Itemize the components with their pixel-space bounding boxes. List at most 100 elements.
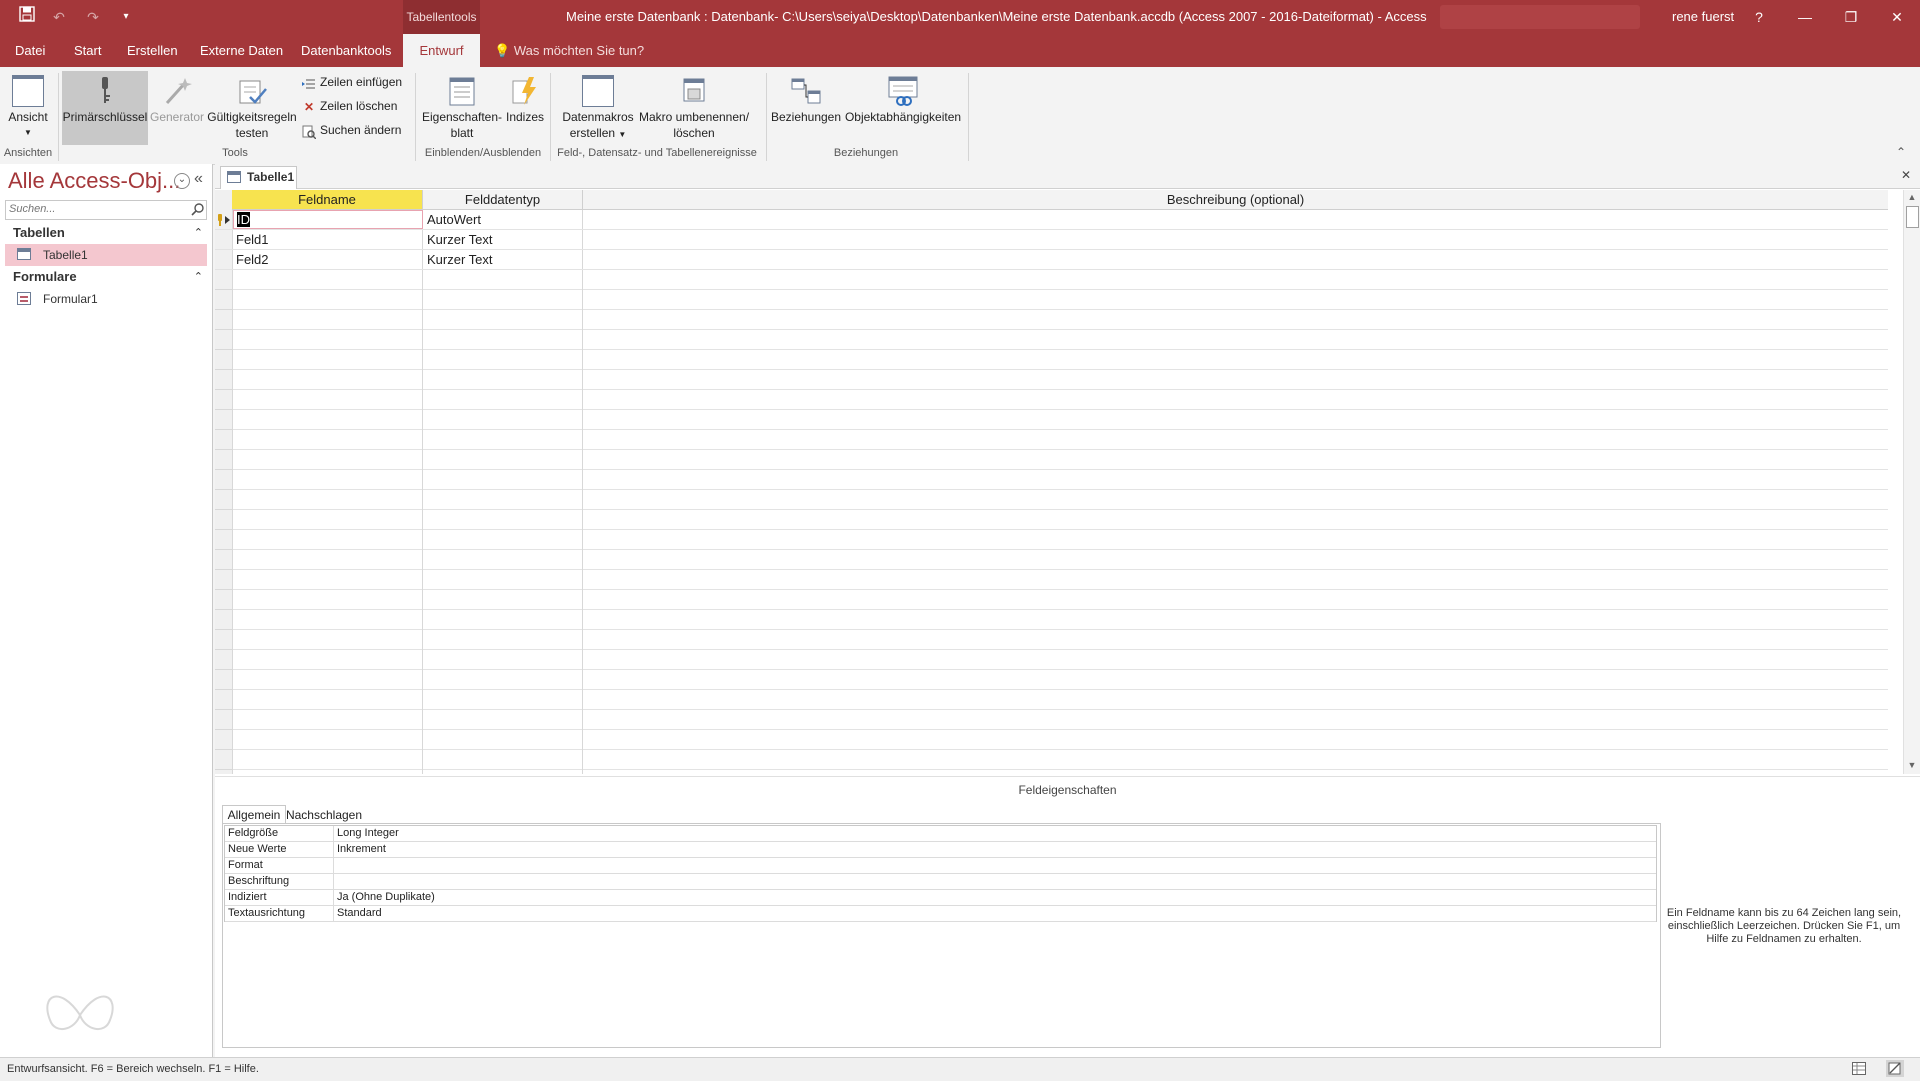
redo-icon[interactable]: ↷ xyxy=(82,6,104,28)
column-header-beschreibung[interactable]: Beschreibung (optional) xyxy=(583,190,1888,210)
table-row[interactable]: Feld2 Kurzer Text xyxy=(215,250,1888,270)
properties-table: Feldgröße Long Integer Neue Werte Inkrem… xyxy=(224,825,1657,922)
nav-item-tabelle1[interactable]: Tabelle1 xyxy=(5,244,207,266)
tab-entwurf[interactable]: Entwurf xyxy=(403,34,480,67)
table-row[interactable]: ID AutoWert xyxy=(215,210,1888,230)
group-label-beziehungen: Beziehungen xyxy=(833,147,899,159)
tab-erstellen[interactable]: Erstellen xyxy=(117,34,188,67)
section-collapse-icon[interactable]: ⌃ xyxy=(194,222,203,244)
collapse-nav-icon[interactable]: « xyxy=(194,170,203,188)
property-row[interactable]: Neue Werte Inkrement xyxy=(225,842,1656,858)
group-label-tools: Tools xyxy=(222,147,248,159)
table-row[interactable]: Feld1 Kurzer Text xyxy=(215,230,1888,250)
nav-section-formulare[interactable]: Formulare ⌃ xyxy=(13,266,203,288)
restore-button[interactable]: ❐ xyxy=(1828,0,1874,34)
tell-me-box[interactable]: 💡 Was möchten Sie tun? xyxy=(494,34,644,67)
property-value[interactable]: Inkrement xyxy=(337,842,386,857)
scroll-up-icon[interactable]: ▲ xyxy=(1904,192,1920,202)
column-header-feldname[interactable]: Feldname xyxy=(232,190,423,210)
save-icon[interactable] xyxy=(16,6,38,28)
tab-externe-daten[interactable]: Externe Daten xyxy=(190,34,293,67)
cell-feldname[interactable]: ID xyxy=(233,210,423,229)
cell-beschreibung[interactable] xyxy=(584,210,1887,229)
grid-lines xyxy=(233,210,1888,774)
help-button[interactable]: ? xyxy=(1736,0,1782,34)
gueltigkeitsregeln-label-2: testen xyxy=(235,126,269,140)
cell-feldname-text: ID xyxy=(237,212,250,227)
makro-umbenennen-button[interactable]: Makro umbenennen/ löschen xyxy=(638,71,750,151)
cell-feldname[interactable]: Feld1 xyxy=(233,230,421,249)
scroll-down-icon[interactable]: ▼ xyxy=(1904,760,1920,770)
eigenschaftenblatt-button[interactable]: Eigenschaften- blatt xyxy=(420,71,504,151)
property-label: Feldgröße xyxy=(228,827,279,839)
zeilen-einfuegen-label: Zeilen einfügen xyxy=(320,75,403,89)
property-value[interactable]: Long Integer xyxy=(337,826,399,841)
user-name[interactable]: rene fuerst xyxy=(1672,0,1734,34)
nav-section-tabellen[interactable]: Tabellen ⌃ xyxy=(13,222,203,244)
nav-item-formular1[interactable]: Formular1 xyxy=(5,288,207,310)
property-divider xyxy=(333,826,334,841)
property-row[interactable]: Textausrichtung Standard xyxy=(225,906,1656,922)
tab-datenbanktools[interactable]: Datenbanktools xyxy=(291,34,401,67)
indizes-button[interactable]: Indizes xyxy=(504,71,546,151)
property-row[interactable]: Beschriftung xyxy=(225,874,1656,890)
property-row[interactable]: Indiziert Ja (Ohne Duplikate) xyxy=(225,890,1656,906)
collapse-ribbon-icon[interactable]: ⌃ xyxy=(1896,145,1906,159)
cell-felddatentyp[interactable]: AutoWert xyxy=(424,210,582,229)
cell-beschreibung[interactable] xyxy=(584,250,1887,269)
undo-icon[interactable]: ↶ xyxy=(48,6,70,28)
group-separator xyxy=(58,73,59,161)
tab-nachschlagen[interactable]: Nachschlagen xyxy=(285,807,363,823)
field-grid: Feldname Felddatentyp Beschreibung (opti… xyxy=(215,190,1920,774)
scrollbar-thumb[interactable] xyxy=(1906,206,1919,228)
close-window-button[interactable]: ✕ xyxy=(1874,0,1920,34)
cell-felddatentyp[interactable]: Kurzer Text xyxy=(424,230,582,249)
datenmakros-label-1: Datenmakros xyxy=(562,110,634,124)
tab-allgemein[interactable]: Allgemein xyxy=(222,805,286,824)
cell-beschreibung[interactable] xyxy=(584,230,1887,249)
generator-button[interactable]: Generator xyxy=(150,71,204,151)
minimize-button[interactable]: — xyxy=(1782,0,1828,34)
zeilen-loeschen-button[interactable]: ✕ Zeilen löschen xyxy=(302,95,397,117)
datasheet-view-icon[interactable] xyxy=(1852,1062,1866,1075)
objektabhaengigkeiten-button[interactable]: Objektabhängigkeiten xyxy=(844,71,962,151)
cell-feldname[interactable]: Feld2 xyxy=(233,250,421,269)
wand-icon xyxy=(161,75,193,107)
nav-search-box[interactable] xyxy=(5,200,207,220)
column-header-felddatentyp[interactable]: Felddatentyp xyxy=(423,190,583,210)
table-icon xyxy=(227,171,241,183)
dropdown-arrow-icon: ▼ xyxy=(24,128,32,137)
property-row[interactable]: Feldgröße Long Integer xyxy=(225,826,1656,842)
group-separator xyxy=(415,73,416,161)
gueltigkeitsregeln-button[interactable]: Gültigkeitsregeln testen xyxy=(206,71,298,151)
ansicht-button[interactable]: Ansicht ▼ xyxy=(4,71,52,151)
tab-start[interactable]: Start xyxy=(64,34,111,67)
suchen-aendern-button[interactable]: Suchen ändern xyxy=(302,119,401,141)
gueltigkeitsregeln-label-1: Gültigkeitsregeln xyxy=(207,110,297,124)
nav-item-label: Formular1 xyxy=(43,292,98,306)
design-view-icon[interactable] xyxy=(1886,1060,1904,1077)
property-row[interactable]: Format xyxy=(225,858,1656,874)
beziehungen-button[interactable]: Beziehungen xyxy=(770,71,842,151)
vertical-scrollbar[interactable]: ▲ ▼ xyxy=(1903,190,1920,774)
nav-pane-title[interactable]: Alle Access-Obj... xyxy=(8,168,180,194)
property-value[interactable]: Ja (Ohne Duplikate) xyxy=(337,890,435,905)
nav-section-label: Tabellen xyxy=(13,225,65,240)
cell-felddatentyp[interactable]: Kurzer Text xyxy=(424,250,582,269)
document-tab-tabelle1[interactable]: Tabelle1 xyxy=(220,166,297,189)
eigenschaftenblatt-label-2: blatt xyxy=(450,126,474,140)
nav-menu-dropdown-icon[interactable]: ⌄ xyxy=(174,173,190,189)
customize-qat-icon[interactable]: ▾ xyxy=(115,6,137,28)
primaerschluessel-button[interactable]: Primärschlüssel xyxy=(62,71,148,145)
search-icon[interactable] xyxy=(191,202,205,219)
find-replace-icon xyxy=(302,124,317,140)
close-document-button[interactable]: ✕ xyxy=(1901,168,1911,182)
row-selector-column[interactable] xyxy=(215,210,233,774)
row-selector-header xyxy=(215,190,233,210)
zeilen-einfuegen-button[interactable]: Zeilen einfügen xyxy=(302,71,402,93)
section-collapse-icon[interactable]: ⌃ xyxy=(194,266,203,288)
property-value[interactable]: Standard xyxy=(337,906,382,921)
tab-datei[interactable]: Datei xyxy=(5,34,55,67)
datenmakros-button[interactable]: Datenmakros erstellen ▼ xyxy=(556,71,640,151)
nav-search-input[interactable] xyxy=(6,201,182,217)
